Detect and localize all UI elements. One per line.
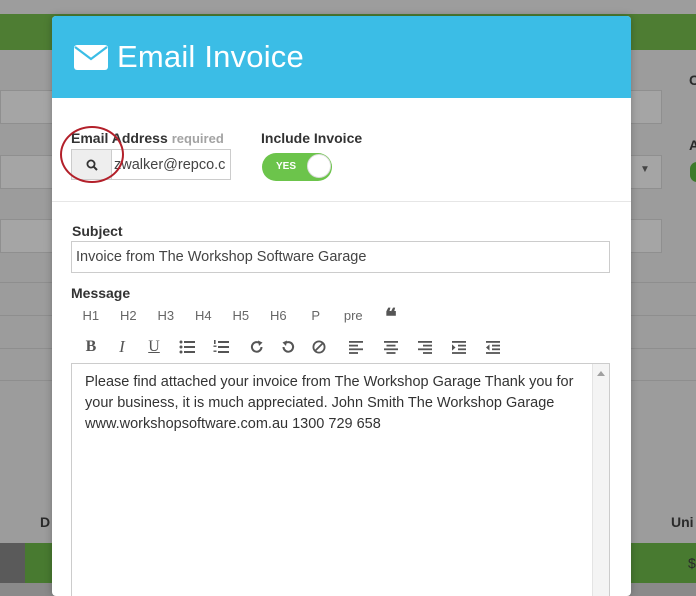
bg-caret-icon: ▼ (640, 164, 650, 175)
highlight-circle (60, 126, 124, 183)
bg-divider (0, 348, 52, 349)
bg-field (0, 219, 54, 253)
redo-button[interactable] (246, 338, 268, 356)
italic-button[interactable]: I (111, 337, 133, 356)
undo-icon (282, 340, 295, 353)
include-invoice-label: Include Invoice (261, 130, 363, 146)
h4-button[interactable]: H4 (185, 308, 223, 324)
paragraph-button[interactable]: P (297, 308, 335, 324)
clear-format-icon (312, 340, 326, 354)
bg-column-header: Uni (671, 514, 694, 530)
section-divider (52, 201, 631, 202)
pre-button[interactable]: pre (335, 308, 373, 324)
unordered-list-button[interactable] (176, 338, 198, 356)
envelope-icon (74, 44, 108, 70)
heading-toolbar: H1 H2 H3 H4 H5 H6 P pre ❝ (72, 306, 410, 328)
align-center-icon (384, 340, 398, 354)
h5-button[interactable]: H5 (222, 308, 260, 324)
bg-label: A (689, 137, 696, 153)
toggle-knob (307, 154, 331, 178)
message-body[interactable]: Please find attached your invoice from T… (85, 372, 575, 435)
bg-price-symbol: $ (688, 555, 696, 571)
email-input[interactable] (112, 150, 230, 179)
modal-title: Email Invoice (117, 39, 304, 74)
bg-divider (631, 348, 696, 349)
editor-scrollbar[interactable] (592, 364, 609, 596)
subject-label: Subject (72, 223, 123, 239)
bg-divider (631, 315, 696, 316)
h2-button[interactable]: H2 (110, 308, 148, 324)
bg-field (630, 90, 662, 124)
subject-input[interactable] (71, 241, 610, 273)
align-left-icon (349, 340, 363, 354)
bg-divider (631, 282, 696, 283)
align-right-button[interactable] (414, 338, 436, 356)
email-invoice-modal: Email Invoice Email Addressrequired Incl… (52, 16, 631, 596)
h1-button[interactable]: H1 (72, 308, 110, 324)
align-center-button[interactable] (380, 338, 402, 356)
ordered-list-icon (213, 340, 229, 353)
toggle-yes-text: YES (276, 161, 297, 172)
unordered-list-icon (179, 340, 195, 354)
bg-field (0, 155, 54, 189)
bg-toggle (690, 162, 696, 182)
message-editor[interactable]: Please find attached your invoice from T… (71, 363, 610, 596)
bg-field (630, 219, 662, 253)
undo-button[interactable] (277, 338, 299, 356)
outdent-button[interactable] (482, 338, 504, 356)
align-left-button[interactable] (345, 338, 367, 356)
redo-icon (250, 340, 263, 353)
bg-label: C (689, 72, 696, 88)
underline-button[interactable]: U (143, 338, 165, 356)
message-label: Message (71, 285, 131, 301)
bg-divider (0, 315, 52, 316)
bg-divider (0, 282, 52, 283)
h6-button[interactable]: H6 (260, 308, 298, 324)
scroll-up-arrow-icon[interactable] (597, 371, 605, 376)
bg-bottom-row-left (0, 543, 25, 583)
blockquote-button[interactable]: ❝ (372, 306, 410, 328)
bg-divider (0, 380, 52, 381)
clear-format-button[interactable] (308, 338, 330, 356)
required-label: required (171, 131, 224, 146)
outdent-icon (486, 340, 500, 354)
bold-button[interactable]: B (80, 338, 102, 356)
bg-divider (631, 380, 696, 381)
indent-button[interactable] (448, 338, 470, 356)
bg-field (0, 90, 54, 124)
align-right-icon (418, 340, 432, 354)
ordered-list-button[interactable] (210, 338, 232, 356)
indent-icon (452, 340, 466, 354)
bg-column-header: D (40, 514, 51, 530)
modal-header: Email Invoice (52, 16, 631, 98)
h3-button[interactable]: H3 (147, 308, 185, 324)
include-invoice-toggle[interactable]: YES (262, 153, 332, 181)
